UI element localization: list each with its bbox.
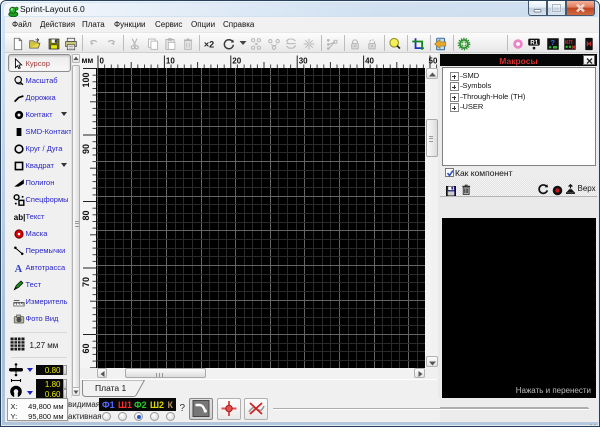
svg-text:ab|: ab|: [13, 213, 24, 222]
svg-text:A: A: [14, 264, 22, 274]
svg-text:10: 10: [166, 56, 175, 65]
svg-text:?: ?: [551, 37, 556, 46]
svg-text:90: 90: [81, 143, 91, 153]
svg-text:Плата 1: Плата 1: [95, 383, 126, 393]
svg-text:80: 80: [81, 210, 91, 220]
svg-text:30: 30: [299, 56, 308, 65]
svg-text:0: 0: [100, 56, 105, 65]
svg-text:R1: R1: [530, 39, 538, 46]
svg-text:70: 70: [81, 276, 91, 286]
svg-text:20: 20: [232, 56, 241, 65]
svg-text:100: 100: [81, 72, 91, 87]
svg-text:×2: ×2: [203, 39, 213, 49]
svg-text:50: 50: [429, 56, 438, 65]
svg-text:60: 60: [81, 343, 91, 353]
svg-text:КП: КП: [565, 40, 573, 46]
svg-text:40: 40: [365, 56, 374, 65]
